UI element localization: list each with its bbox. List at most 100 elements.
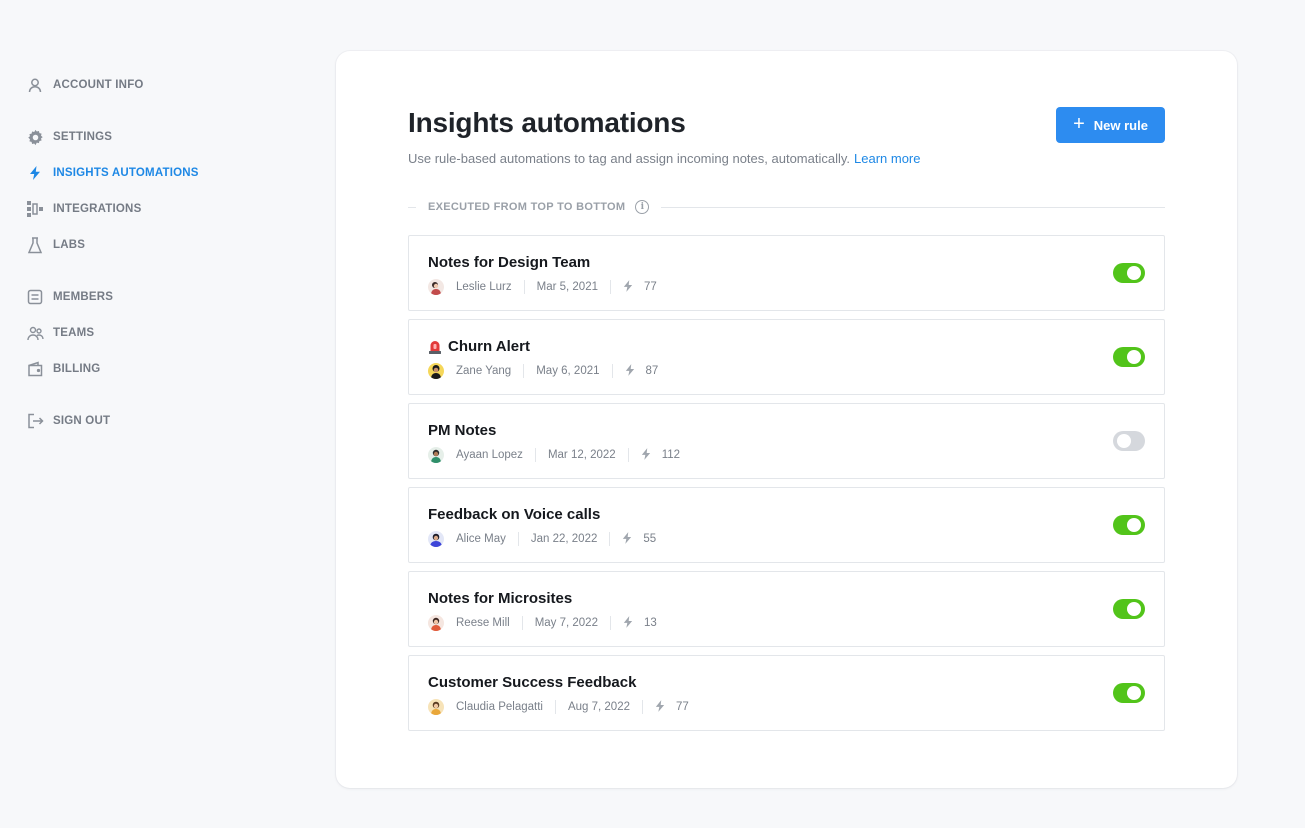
rule-author: Alice May [456, 533, 506, 545]
divider [627, 448, 629, 462]
info-icon[interactable]: i [635, 200, 650, 214]
bolt-icon [625, 363, 635, 379]
rule-card[interactable]: Notes for Design Team Leslie Lurz Mar 5,… [408, 235, 1165, 311]
new-rule-button[interactable]: + New rule [1056, 107, 1165, 143]
rule-meta: Claudia Pelagatti Aug 7, 2022 77 [428, 699, 689, 715]
rule-title: Feedback on Voice calls [428, 506, 600, 523]
toggle-knob [1127, 350, 1141, 364]
divider [523, 280, 525, 294]
rule-author: Reese Mill [456, 617, 510, 629]
rule-card[interactable]: Notes for Microsites Reese Mill May 7, 2… [408, 571, 1165, 647]
rule-meta: Leslie Lurz Mar 5, 2021 77 [428, 279, 657, 295]
rule-enabled-toggle[interactable] [1113, 431, 1145, 451]
bolt-icon [641, 447, 651, 463]
rule-enabled-toggle[interactable] [1113, 347, 1145, 367]
sidebar-item-settings[interactable]: SETTINGS [26, 127, 112, 147]
rule-title: PM Notes [428, 422, 496, 439]
sidebar-item-label: BILLING [53, 363, 101, 375]
members-icon [26, 288, 44, 306]
rule-author: Zane Yang [456, 365, 512, 377]
rule-run-count: 112 [661, 449, 681, 461]
avatar [428, 699, 444, 715]
learn-more-link[interactable]: Learn more [854, 151, 920, 166]
rule-enabled-toggle[interactable] [1113, 599, 1145, 619]
rule-enabled-toggle[interactable] [1113, 515, 1145, 535]
divider [521, 616, 523, 630]
bolt-icon [623, 615, 633, 631]
toggle-knob [1127, 686, 1141, 700]
rule-title-text: Notes for Design Team [428, 254, 591, 271]
plus-icon: + [1073, 113, 1085, 135]
sidebar-item-label: SETTINGS [53, 131, 113, 143]
integrations-icon [26, 200, 44, 218]
sidebar-item-integrations[interactable]: INTEGRATIONS [26, 199, 141, 219]
rule-meta: Zane Yang May 6, 2021 87 [428, 363, 658, 379]
sidebar-item-label: MEMBERS [53, 291, 114, 303]
toggle-knob [1127, 518, 1141, 532]
teams-icon [26, 324, 44, 342]
sign-out-icon [26, 412, 44, 430]
sidebar-item-label: TEAMS [53, 327, 95, 339]
sidebar-item-label: INTEGRATIONS [53, 203, 142, 215]
rule-title-text: Notes for Microsites [428, 590, 573, 607]
rule-card[interactable]: Churn Alert Zane Yang May 6, 2021 87 [408, 319, 1165, 395]
sidebar-item-sign-out[interactable]: SIGN OUT [26, 411, 110, 431]
page-subtitle: Use rule-based automations to tag and as… [408, 151, 921, 166]
divider [523, 364, 525, 378]
subtitle-text: Use rule-based automations to tag and as… [408, 151, 851, 166]
rule-title-text: Feedback on Voice calls [428, 506, 601, 523]
toggle-knob [1117, 434, 1131, 448]
rule-enabled-toggle[interactable] [1113, 263, 1145, 283]
rule-title-text: Customer Success Feedback [428, 674, 637, 691]
toggle-knob [1127, 602, 1141, 616]
sidebar-item-members[interactable]: MEMBERS [26, 287, 113, 307]
rule-author: Leslie Lurz [456, 281, 512, 293]
sidebar-item-label: LABS [53, 239, 86, 251]
divider [641, 700, 643, 714]
divider [408, 206, 416, 208]
execution-order-label: EXECUTED FROM TOP TO BOTTOM [428, 201, 626, 213]
rule-title: Notes for Design Team [428, 254, 590, 271]
divider [534, 448, 536, 462]
sidebar-item-billing[interactable]: BILLING [26, 359, 100, 379]
gear-icon [26, 128, 44, 146]
rule-title: Notes for Microsites [428, 590, 572, 607]
sidebar-item-labs[interactable]: LABS [26, 235, 85, 255]
bolt-icon [655, 699, 665, 715]
divider [609, 532, 611, 546]
rule-author: Ayaan Lopez [456, 449, 523, 461]
sidebar-item-teams[interactable]: TEAMS [26, 323, 94, 343]
avatar [428, 531, 444, 547]
rule-title-text: Churn Alert [448, 338, 530, 355]
rule-date: Mar 12, 2022 [547, 449, 616, 461]
rule-card[interactable]: PM Notes Ayaan Lopez Mar 12, 2022 112 [408, 403, 1165, 479]
bolt-icon [622, 531, 632, 547]
bolt-icon [623, 279, 633, 295]
rule-title: Churn Alert [428, 338, 530, 355]
execution-order-header: EXECUTED FROM TOP TO BOTTOM i [408, 199, 1165, 215]
bolt-icon [26, 164, 44, 182]
rule-meta: Alice May Jan 22, 2022 55 [428, 531, 656, 547]
rule-enabled-toggle[interactable] [1113, 683, 1145, 703]
avatar [428, 363, 444, 379]
rule-meta: Reese Mill May 7, 2022 13 [428, 615, 657, 631]
rule-date: May 7, 2022 [534, 617, 598, 629]
divider [609, 616, 611, 630]
new-rule-label: New rule [1093, 117, 1148, 133]
sidebar-item-account-info[interactable]: ACCOUNT INFO [26, 75, 144, 95]
main-card: Insights automations Use rule-based auto… [336, 51, 1237, 788]
divider [554, 700, 556, 714]
flask-icon [26, 236, 44, 254]
user-icon [26, 76, 44, 94]
rule-card[interactable]: Customer Success Feedback Claudia Pelaga… [408, 655, 1165, 731]
siren-icon [428, 339, 442, 354]
sidebar-item-insights-automations[interactable]: INSIGHTS AUTOMATIONS [26, 163, 199, 183]
rule-card[interactable]: Feedback on Voice calls Alice May Jan 22… [408, 487, 1165, 563]
rule-meta: Ayaan Lopez Mar 12, 2022 112 [428, 447, 680, 463]
rule-title: Customer Success Feedback [428, 674, 636, 691]
divider [610, 280, 611, 294]
divider [611, 364, 613, 378]
page-title: Insights automations [408, 107, 686, 138]
rule-run-count: 55 [643, 533, 657, 545]
rule-run-count: 77 [675, 701, 689, 713]
